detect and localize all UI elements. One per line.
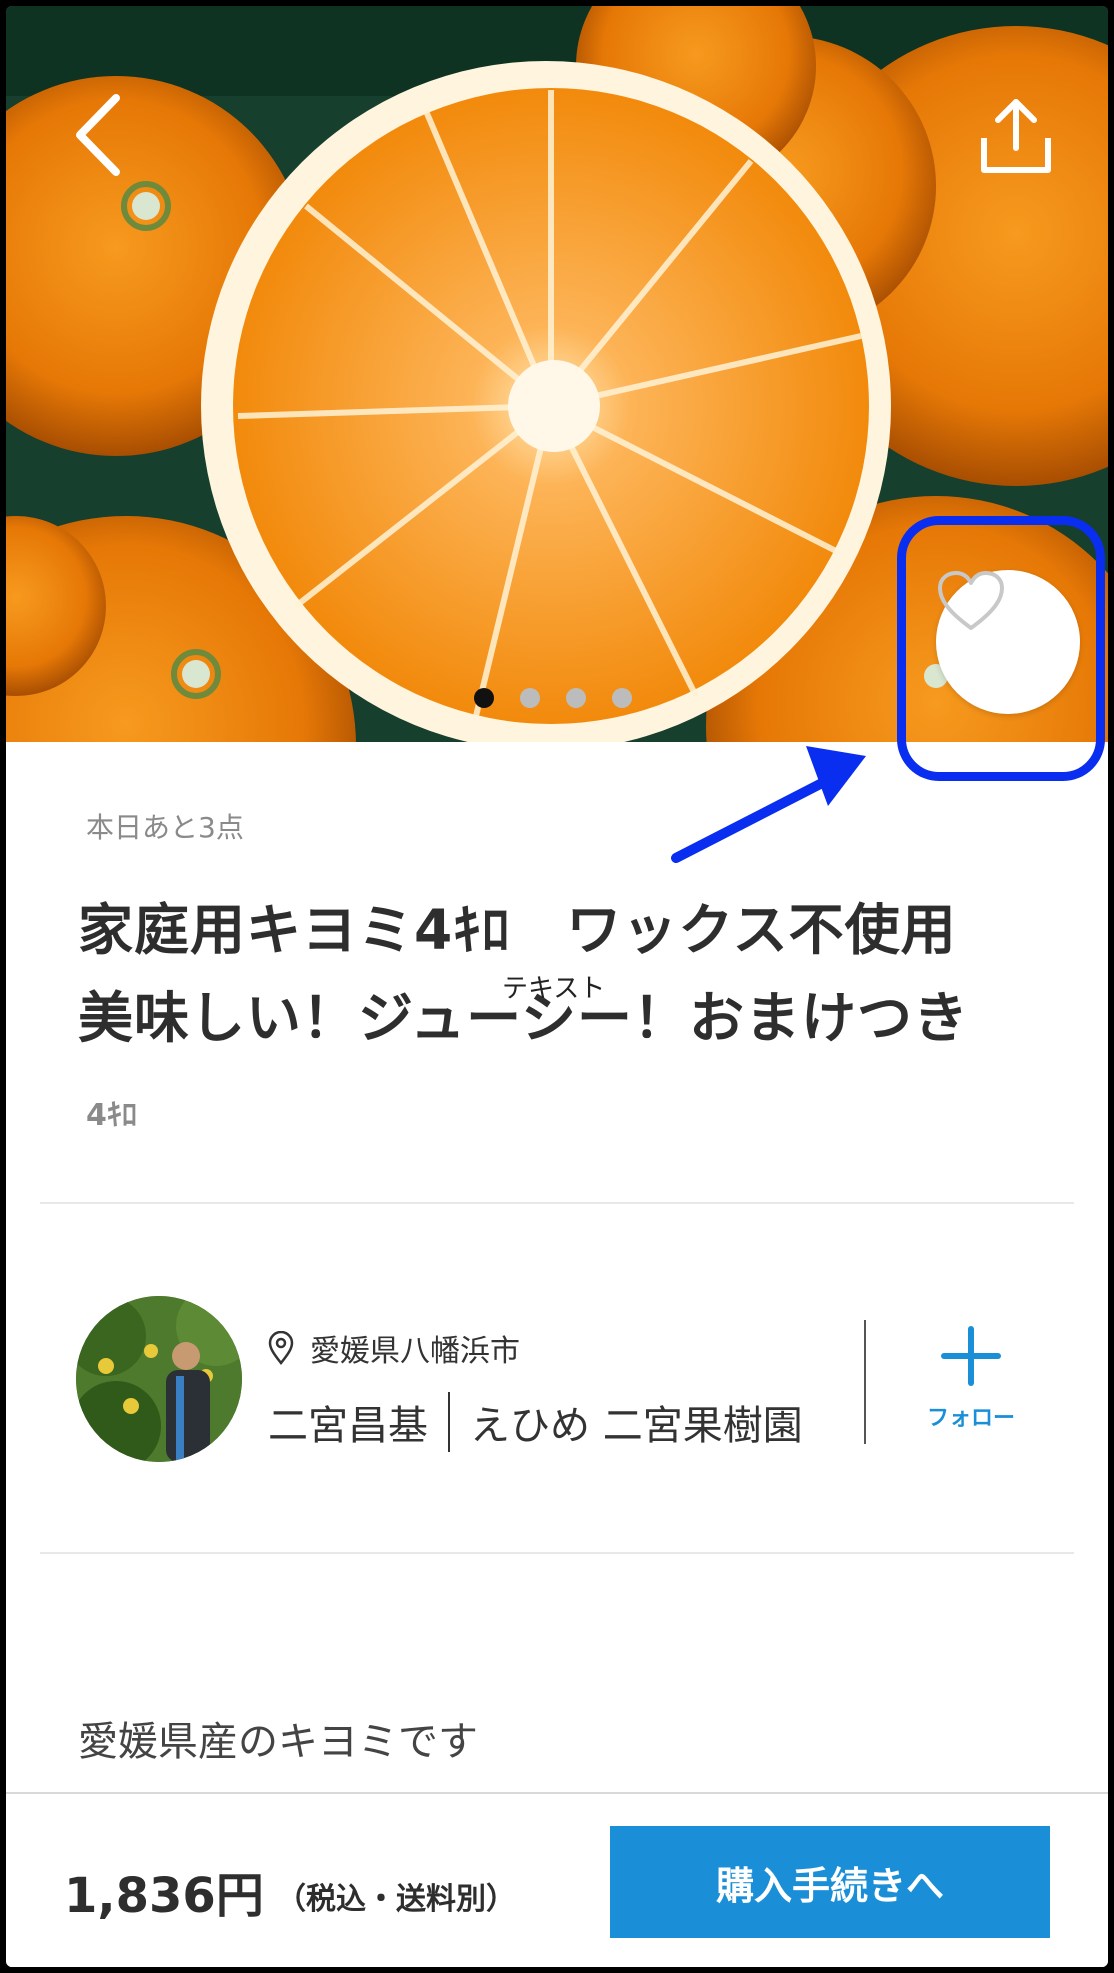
share-icon <box>981 99 1051 173</box>
description-line: 愛媛県産のキヨミです <box>78 1719 478 1765</box>
carousel-dot[interactable] <box>520 688 540 708</box>
purchase-footer: 1,836円 （税込・送料別） 購入手続きへ <box>6 1792 1108 1967</box>
back-button[interactable] <box>66 90 136 180</box>
overlay-text-label: テキスト <box>502 974 606 1004</box>
divider <box>40 1552 1074 1554</box>
product-detail-screen: 本日あと3点 家庭用キヨミ4ｷﾛ ワックス不使用 美味しい！ジューシー！おまけつ… <box>6 6 1108 1967</box>
map-pin-icon <box>268 1331 294 1365</box>
follow-label: フォロー <box>926 1406 1015 1431</box>
producer-name-row[interactable]: 二宮昌基 えひめ 二宮果樹園 <box>268 1392 803 1452</box>
producer-avatar[interactable] <box>76 1296 242 1462</box>
product-title-line1: 家庭用キヨミ4ｷﾛ ワックス不使用 <box>78 898 957 962</box>
annotation-highlight-box <box>897 516 1105 781</box>
producer-name[interactable]: 二宮昌基 <box>268 1393 428 1451</box>
producer-location: 愛媛県八幡浜市 <box>310 1334 520 1369</box>
follow-separator <box>864 1320 866 1444</box>
product-price: 1,836円 <box>64 1868 264 1924</box>
producer-name-separator <box>448 1392 450 1452</box>
share-button[interactable] <box>976 96 1056 176</box>
product-weight: 4ｷﾛ <box>86 1098 137 1133</box>
divider <box>40 1202 1074 1204</box>
carousel-dot[interactable] <box>612 688 632 708</box>
carousel-dot-active[interactable] <box>474 688 494 708</box>
producer-photo <box>76 1296 242 1462</box>
price-note: （税込・送料別） <box>276 1882 516 1917</box>
plus-icon <box>941 1326 1001 1386</box>
chevron-left-icon <box>76 94 120 176</box>
producer-farm-name[interactable]: えひめ 二宮果樹園 <box>470 1393 803 1451</box>
purchase-button[interactable]: 購入手続きへ <box>610 1826 1050 1938</box>
producer-location-row: 愛媛県八幡浜市 <box>268 1326 520 1370</box>
carousel-dot[interactable] <box>566 688 586 708</box>
carousel-indicator <box>474 688 632 708</box>
product-description: 愛媛県産のキヨミです <box>78 1706 478 1778</box>
stock-remaining-note: 本日あと3点 <box>86 811 244 844</box>
follow-button[interactable]: フォロー <box>906 1326 1036 1456</box>
